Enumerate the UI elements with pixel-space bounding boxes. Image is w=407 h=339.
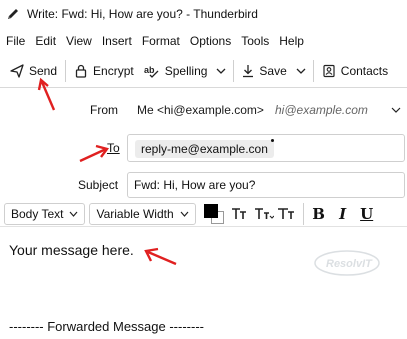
chevron-down-icon bbox=[216, 68, 226, 74]
chevron-down-icon[interactable] bbox=[391, 107, 401, 113]
encrypt-button[interactable]: Encrypt bbox=[69, 58, 139, 84]
svg-text:ab: ab bbox=[144, 65, 155, 75]
menu-edit[interactable]: Edit bbox=[35, 34, 56, 48]
font-value: Variable Width bbox=[96, 206, 174, 221]
download-icon bbox=[243, 64, 254, 77]
bold-button[interactable]: B bbox=[307, 203, 331, 225]
subject-row: Subject Fwd: Hi, How are you? bbox=[0, 172, 407, 198]
svg-text:ResolvIT: ResolvIT bbox=[326, 258, 373, 270]
menu-view[interactable]: View bbox=[66, 34, 92, 48]
resolvit-watermark-logo: ResolvIT bbox=[314, 250, 380, 276]
toolbar-divider bbox=[65, 59, 67, 82]
text-cursor bbox=[271, 139, 274, 142]
toolbar-divider bbox=[312, 59, 314, 82]
spelling-label: Spelling bbox=[164, 63, 208, 78]
forwarded-message-header: -------- Forwarded Message -------- bbox=[9, 319, 204, 334]
to-row: To reply-me@example.con bbox=[0, 134, 407, 162]
message-body[interactable]: Your message here. ResolvIT -------- For… bbox=[0, 228, 407, 339]
toolbar-divider bbox=[233, 59, 235, 82]
font-size-icon bbox=[277, 207, 294, 219]
underline-button[interactable]: U bbox=[355, 203, 379, 225]
compose-toolbar: Send Encrypt ab Spelling Save Contacts bbox=[0, 54, 407, 88]
menu-help[interactable]: Help bbox=[279, 34, 304, 48]
address-book-icon bbox=[323, 64, 335, 77]
menu-file[interactable]: File bbox=[6, 34, 25, 48]
from-row: From Me <hi@example.com> hi@example.com bbox=[0, 98, 407, 122]
font-size-menu-button[interactable] bbox=[276, 203, 300, 225]
to-field[interactable]: reply-me@example.con bbox=[127, 134, 405, 162]
contacts-button[interactable]: Contacts bbox=[317, 58, 393, 84]
contacts-label: Contacts bbox=[340, 63, 389, 78]
subject-field[interactable]: Fwd: Hi, How are you? bbox=[127, 172, 405, 198]
paragraph-format-select[interactable]: Body Text bbox=[4, 202, 86, 225]
menu-options[interactable]: Options bbox=[190, 34, 231, 48]
spelling-button[interactable]: ab Spelling bbox=[139, 58, 213, 84]
annotation-arrow-send bbox=[37, 77, 56, 111]
menu-bar: File Edit View Insert Format Options Too… bbox=[0, 30, 407, 52]
chevron-down-icon bbox=[70, 211, 78, 217]
larger-text-button[interactable] bbox=[252, 203, 276, 225]
save-button[interactable]: Save bbox=[237, 58, 291, 84]
send-icon bbox=[10, 63, 24, 78]
from-identity-select[interactable]: Me <hi@example.com> bbox=[137, 103, 264, 117]
menu-insert[interactable]: Insert bbox=[102, 34, 132, 48]
encrypt-label: Encrypt bbox=[93, 63, 134, 78]
annotation-arrow-to bbox=[79, 144, 110, 163]
spellcheck-icon: ab bbox=[144, 65, 159, 78]
from-label: From bbox=[90, 103, 118, 117]
subject-label: Subject bbox=[78, 178, 119, 192]
italic-button[interactable]: I bbox=[331, 203, 355, 225]
title-bar: Write: Fwd: Hi, How are you? - Thunderbi… bbox=[0, 0, 407, 28]
font-size-decrease-icon bbox=[231, 207, 246, 219]
save-label: Save bbox=[259, 63, 287, 78]
menu-format[interactable]: Format bbox=[142, 34, 180, 48]
from-address-hint: hi@example.com bbox=[275, 103, 368, 117]
color-picker[interactable] bbox=[202, 203, 228, 225]
annotation-arrow-message bbox=[144, 247, 177, 266]
chevron-down-icon bbox=[296, 68, 306, 74]
lock-icon bbox=[75, 64, 87, 78]
text-color-swatch[interactable] bbox=[203, 203, 218, 218]
spelling-dropdown[interactable] bbox=[212, 58, 230, 84]
window-title: Write: Fwd: Hi, How are you? - Thunderbi… bbox=[27, 7, 258, 21]
font-size-increase-icon bbox=[254, 207, 274, 219]
paragraph-format-value: Body Text bbox=[11, 206, 64, 221]
pencil-icon bbox=[8, 9, 18, 19]
menu-tools[interactable]: Tools bbox=[241, 34, 269, 48]
format-toolbar: Body Text Variable Width B I U bbox=[0, 201, 407, 227]
save-dropdown[interactable] bbox=[292, 58, 310, 84]
message-text: Your message here. bbox=[9, 242, 134, 258]
smaller-text-button[interactable] bbox=[228, 203, 252, 225]
font-select[interactable]: Variable Width bbox=[89, 202, 196, 225]
toolbar-divider bbox=[302, 202, 304, 225]
recipient-pill[interactable]: reply-me@example.con bbox=[135, 140, 274, 158]
chevron-down-icon bbox=[180, 211, 189, 217]
